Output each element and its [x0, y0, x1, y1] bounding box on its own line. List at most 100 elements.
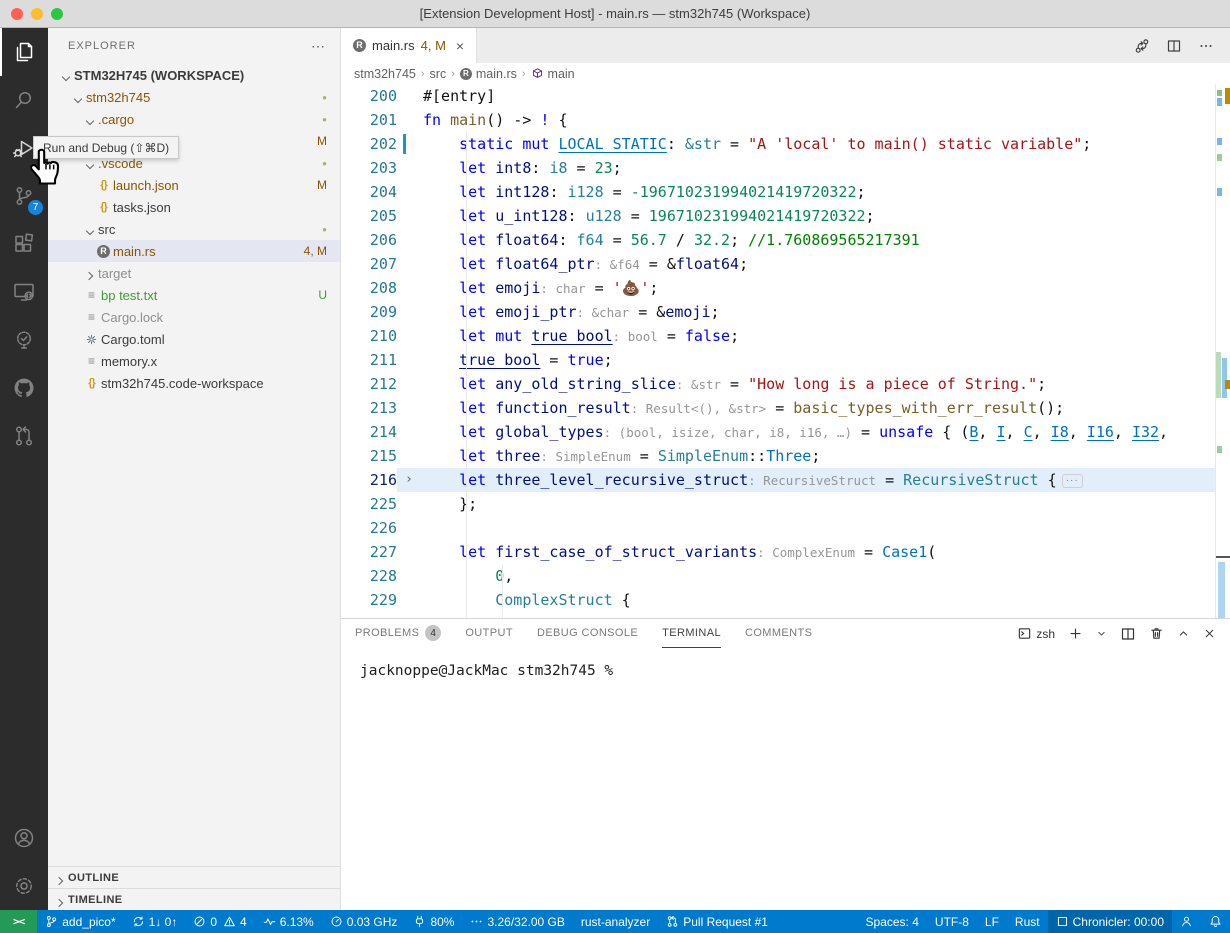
close-tab-icon[interactable]: × — [456, 38, 464, 54]
feedback-icon — [1180, 915, 1193, 928]
panel-tab-terminal[interactable]: TERMINAL — [662, 619, 721, 648]
code-line-209: 209 let emoji_ptr: &char = &emoji; — [341, 300, 1230, 324]
status-problems-summary[interactable]: 04 — [185, 910, 254, 933]
chevron-right-icon — [82, 267, 98, 279]
ruler-mark — [1217, 188, 1222, 196]
status-rust-analyzer-status[interactable]: rust-analyzer — [573, 910, 658, 933]
fold-chevron[interactable]: › — [405, 468, 413, 492]
status-cpu-frequency[interactable]: 0.03 GHz — [322, 910, 406, 933]
tab-main-rs[interactable]: R main.rs 4, M × — [341, 28, 477, 63]
status-remote-indicator[interactable]: >< — [0, 910, 37, 933]
activity-tree-check-icon[interactable] — [0, 316, 48, 364]
panel-tab-debug-console[interactable]: DEBUG CONSOLE — [537, 619, 638, 648]
tree-item-stm32h745[interactable]: stm32h745● — [48, 86, 340, 108]
status-indentation[interactable]: Spaces: 4 — [858, 910, 927, 933]
tree-item-tasks.json[interactable]: {}tasks.json — [48, 196, 340, 218]
activity-pull-requests-icon[interactable] — [0, 412, 48, 460]
status-bar: ><add_pico*1↓ 0↑046.13%0.03 GHz80%3.26/3… — [0, 910, 1230, 933]
status-git-sync[interactable]: 1↓ 0↑ — [124, 910, 186, 933]
activity-extensions-icon[interactable] — [0, 220, 48, 268]
status-chronicler-timer[interactable]: Chronicler: 00:00 — [1048, 910, 1172, 933]
tree-item-main.rs[interactable]: Rmain.rs4, M — [48, 240, 340, 262]
minimize-window-button[interactable] — [31, 8, 43, 20]
status-power-usage[interactable]: 80% — [405, 910, 462, 933]
status-encoding[interactable]: UTF-8 — [927, 910, 977, 933]
terminal-shell-selector[interactable]: zsh — [1017, 626, 1055, 641]
git-status-badge: U — [318, 288, 327, 302]
more-actions-button[interactable] — [1198, 38, 1214, 54]
tree-item-.cargo[interactable]: .cargo● — [48, 108, 340, 130]
breadcrumb: stm32h745›src›Rmain.rs›main — [341, 63, 1230, 84]
tree-item-cargo.toml[interactable]: Cargo.toml — [48, 328, 340, 350]
pulse-icon — [263, 915, 276, 928]
activity-search-icon[interactable] — [0, 76, 48, 124]
code-line-204: 204 let int128: i128 = -1967102319940214… — [341, 180, 1230, 204]
status-memory-usage[interactable]: 3.26/32.00 GB — [462, 910, 572, 933]
code-line-200: 200#[entry] — [341, 84, 1230, 108]
editor-group: R main.rs 4, M × stm32h745›src›Rmain.rs›… — [341, 28, 1230, 910]
breadcrumb-item[interactable]: src — [430, 67, 447, 81]
tree-item-cargo.lock[interactable]: ≡Cargo.lock — [48, 306, 340, 328]
breadcrumb-item[interactable]: Rmain.rs — [460, 67, 517, 81]
activity-explorer-icon[interactable] — [0, 28, 48, 76]
tree-item-stm32h745.code-workspace[interactable]: {}stm32h745.code-workspace — [48, 372, 340, 394]
line-number: 226 — [341, 516, 397, 540]
activity-account-icon[interactable] — [0, 814, 48, 862]
new-terminal-button[interactable] — [1068, 626, 1083, 641]
activity-settings-gear-icon[interactable] — [0, 862, 48, 910]
code-line-229: 229 ComplexStruct { — [341, 588, 1230, 612]
panel-tab-problems[interactable]: PROBLEMS4 — [355, 619, 441, 648]
close-window-button[interactable] — [11, 8, 23, 20]
tree-item-src[interactable]: src● — [48, 218, 340, 240]
code-editor[interactable]: 200#[entry]201fn main() -> ! {202 static… — [341, 84, 1230, 618]
ruler-mark — [1217, 98, 1222, 106]
line-number: 205 — [341, 204, 397, 228]
overview-ruler[interactable] — [1215, 84, 1230, 618]
tree-item-stm32h745-workspace-[interactable]: STM32H745 (WORKSPACE) — [48, 64, 340, 86]
terminal-prompt: jacknoppe@JackMac stm32h745 % — [360, 663, 613, 679]
terminal-output[interactable]: jacknoppe@JackMac stm32h745 % — [341, 648, 1230, 679]
folded-code-ellipsis[interactable]: ··· — [1062, 474, 1083, 488]
status-git-branch[interactable]: add_pico* — [37, 910, 123, 933]
status-language-mode[interactable]: Rust — [1007, 910, 1048, 933]
more-actions-icon[interactable]: ⋯ — [311, 38, 326, 55]
activity-github-icon[interactable] — [0, 364, 48, 412]
line-number: 204 — [341, 180, 397, 204]
panel-tab-output[interactable]: OUTPUT — [465, 619, 513, 648]
code-line-214: 214 let global_types: (bool, isize, char… — [341, 420, 1230, 444]
status-eol[interactable]: LF — [977, 910, 1007, 933]
code-line-212: 212 let any_old_string_slice: &str = "Ho… — [341, 372, 1230, 396]
split-editor-button[interactable] — [1166, 38, 1182, 54]
zoom-window-button[interactable] — [51, 8, 63, 20]
outline-section-header[interactable]: OUTLINE — [48, 866, 340, 888]
status-notifications[interactable] — [1201, 910, 1230, 933]
warning-icon — [223, 915, 236, 928]
tree-item-memory.x[interactable]: ≡memory.x — [48, 350, 340, 372]
code-line-202: 202 static mut LOCAL_STATIC: &str = "A '… — [341, 132, 1230, 156]
source-control-badge: 7 — [28, 200, 43, 215]
breadcrumb-item[interactable]: main — [531, 67, 575, 81]
indent-guide — [466, 132, 467, 618]
panel-tab-comments[interactable]: COMMENTS — [745, 619, 812, 648]
tree-item-target[interactable]: target — [48, 262, 340, 284]
activity-remote-explorer-icon[interactable] — [0, 268, 48, 316]
terminal-dropdown-icon[interactable] — [1096, 628, 1107, 639]
open-changes-button[interactable] — [1134, 38, 1150, 54]
timeline-section-header[interactable]: TIMELINE — [48, 888, 340, 910]
tree-item-bp-test.txt[interactable]: ≡bp test.txtU — [48, 284, 340, 306]
json-file-icon: {} — [82, 377, 101, 389]
breadcrumb-item[interactable]: stm32h745 — [354, 67, 416, 81]
status-feedback[interactable] — [1172, 910, 1201, 933]
box-icon — [1056, 915, 1069, 928]
status-cpu-usage[interactable]: 6.13% — [255, 910, 322, 933]
code-line-203: 203 let int8: i8 = 23; — [341, 156, 1230, 180]
window-controls — [11, 8, 63, 20]
code-line-201: 201fn main() -> ! { — [341, 108, 1230, 132]
status-pull-request-status[interactable]: Pull Request #1 — [658, 910, 776, 933]
panel-header: PROBLEMS4 OUTPUT DEBUG CONSOLE TERMINAL COMM… — [341, 619, 1230, 648]
kill-terminal-button[interactable] — [1149, 626, 1164, 641]
split-terminal-button[interactable] — [1120, 626, 1136, 642]
close-panel-button[interactable] — [1203, 627, 1216, 640]
tree-item-launch.json[interactable]: {}launch.jsonM — [48, 174, 340, 196]
maximize-panel-button[interactable] — [1177, 627, 1190, 640]
